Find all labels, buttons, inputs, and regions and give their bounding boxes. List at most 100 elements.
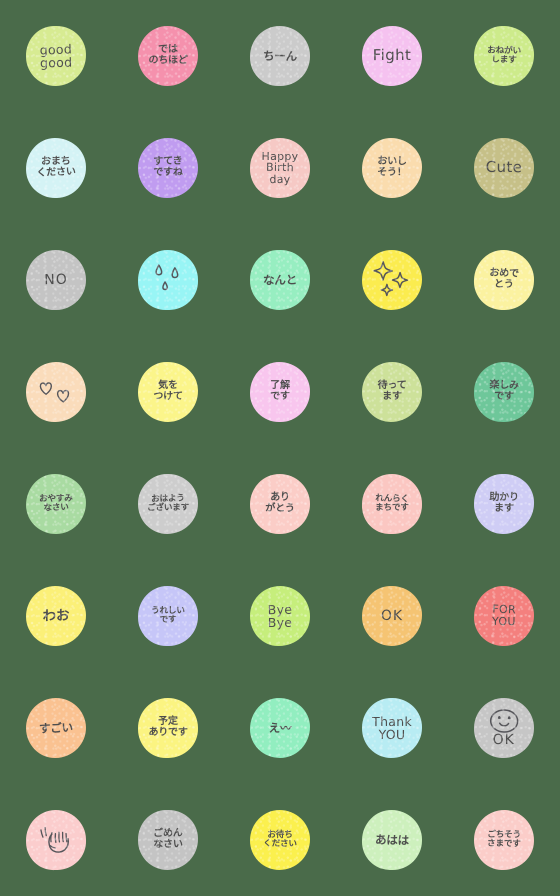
emoji-cell: 気を つけて: [112, 336, 224, 448]
emoji-text-line: なさい: [153, 838, 183, 851]
emoji-omachi-kudasai[interactable]: おまち ください: [25, 137, 87, 199]
emoji-tasukarimasu[interactable]: 助かり ます: [473, 473, 535, 535]
sweat-drops-icon: [146, 260, 190, 301]
emoji-gomennasai[interactable]: ごめん なさい: [137, 809, 199, 871]
emoji-cell: では のちほど: [112, 0, 224, 112]
emoji-arigatou[interactable]: あり がとう: [250, 474, 310, 534]
emoji-cell: [112, 224, 224, 336]
emoji-cell: [0, 784, 112, 896]
emoji-nanto[interactable]: なんと: [250, 250, 310, 310]
emoji-text-line: OK: [492, 732, 515, 749]
emoji-cell: わお: [0, 560, 112, 672]
emoji-cell: Happy Birth day: [224, 112, 336, 224]
emoji-gochisousama[interactable]: ごちそう さまです: [473, 809, 535, 871]
emoji-text-line: がとう: [265, 502, 295, 515]
emoji-text-line: ます: [493, 502, 514, 515]
emoji-artwork: [39, 382, 70, 403]
emoji-text-line: です: [493, 390, 514, 403]
emoji-cell: Cute: [448, 112, 560, 224]
emoji-thank-you[interactable]: Thank YOU: [361, 697, 423, 759]
emoji-good-good[interactable]: good good: [25, 25, 87, 87]
emoji-cell: おねがい します: [448, 0, 560, 112]
emoji-sticker-grid: good good では のちほど ちーん Fight おねがい しますおまち ください すてきで…: [0, 0, 560, 896]
emoji-mattemasu[interactable]: 待って ます: [361, 361, 423, 423]
emoji-text-line: day: [269, 172, 291, 186]
emoji-ahaha[interactable]: あはは: [361, 809, 423, 871]
emoji-happy-birthday[interactable]: Happy Birth day: [250, 138, 310, 198]
emoji-text-line: Cute: [485, 157, 523, 177]
emoji-ki-wo-tsukete[interactable]: 気を つけて: [137, 361, 199, 423]
emoji-cell: え〰: [224, 672, 336, 784]
emoji-oyasuminasai[interactable]: おやすみ なさい: [25, 473, 87, 535]
emoji-text-line: ください: [36, 166, 76, 179]
emoji-yotei-aridesu[interactable]: 予定 ありです: [137, 697, 199, 759]
emoji-text-line: とう: [494, 278, 514, 291]
emoji-text-line: あはは: [374, 832, 410, 848]
emoji-cell: 了解 です: [224, 336, 336, 448]
emoji-text-line: good: [39, 54, 73, 71]
emoji-text-line: YOU: [378, 726, 406, 743]
emoji-cell: 待って ます: [336, 336, 448, 448]
emoji-cell: おめで とう: [448, 224, 560, 336]
emoji-text-line: Fight: [372, 45, 412, 65]
emoji-cell: おやすみ なさい: [0, 448, 112, 560]
emoji-cell: 助かり ます: [448, 448, 560, 560]
emoji-tanoshimi-desu[interactable]: 楽しみ です: [473, 361, 535, 423]
emoji-ee-tilde[interactable]: え〰: [250, 698, 310, 758]
emoji-oishisou[interactable]: おいし そう！: [361, 137, 423, 199]
emoji-text-line: です: [159, 614, 177, 626]
sparkles-icon: [370, 259, 415, 302]
emoji-artwork: [40, 827, 70, 853]
smiley-ok-icon: [482, 708, 527, 735]
emoji-text-line: まちです: [375, 502, 409, 514]
emoji-text-line: ですね: [153, 166, 183, 179]
emoji-sugoi[interactable]: すごい: [25, 697, 87, 759]
emoji-cell: お待ち ください: [224, 784, 336, 896]
emoji-for-you[interactable]: FOR YOU: [473, 585, 535, 647]
emoji-clapping-hands[interactable]: [25, 809, 87, 871]
emoji-omachi-kudasai-2[interactable]: お待ち ください: [250, 810, 310, 870]
emoji-cell: FOR YOU: [448, 560, 560, 672]
emoji-ohayou-gozaimasu[interactable]: おはよう ございます: [137, 473, 199, 535]
emoji-waa[interactable]: わお: [25, 585, 87, 647]
emoji-renraku-machi[interactable]: れんらく まちです: [361, 473, 423, 535]
emoji-ureshii-desu[interactable]: うれしい です: [137, 585, 199, 647]
emoji-text-line: なんと: [262, 272, 298, 288]
emoji-smiley-ok[interactable]: OK: [473, 697, 535, 759]
emoji-artwork: [155, 264, 179, 291]
emoji-onegaishimasu[interactable]: おねがい します: [473, 25, 535, 87]
emoji-sparkles[interactable]: [361, 249, 423, 311]
emoji-ok-orange[interactable]: OK: [361, 585, 423, 647]
emoji-dewa-nochihodo[interactable]: では のちほど: [137, 25, 199, 87]
emoji-no[interactable]: NO: [25, 249, 87, 311]
emoji-sweat-drops[interactable]: [137, 249, 199, 311]
emoji-cell: ごちそう さまです: [448, 784, 560, 896]
hearts-icon: [34, 374, 79, 409]
emoji-cute[interactable]: Cute: [473, 137, 535, 199]
emoji-cell: おいし そう！: [336, 112, 448, 224]
emoji-suteki-desune[interactable]: すてき ですね: [137, 137, 199, 199]
emoji-cell: Fight: [336, 0, 448, 112]
emoji-text-line: え〰: [268, 720, 292, 736]
emoji-cell: Bye Bye: [224, 560, 336, 672]
emoji-text-line: さまです: [486, 838, 521, 850]
clapping-hands-icon: [36, 822, 77, 859]
emoji-text-line: OK: [380, 607, 404, 624]
emoji-fight[interactable]: Fight: [361, 25, 423, 87]
emoji-cell: 予定 ありです: [112, 672, 224, 784]
emoji-text-line: のちほど: [148, 54, 188, 67]
emoji-cell: おはよう ございます: [112, 448, 224, 560]
emoji-text-line: ありです: [148, 726, 188, 739]
emoji-text-line: ございます: [146, 502, 190, 514]
emoji-artwork: [489, 709, 519, 733]
emoji-text-line: ます: [382, 390, 402, 403]
emoji-text-line: なさい: [43, 502, 69, 514]
emoji-omedetou[interactable]: おめで とう: [473, 249, 535, 311]
emoji-cell: れんらく まちです: [336, 448, 448, 560]
emoji-cell: ちーん: [224, 0, 336, 112]
emoji-bye-bye[interactable]: Bye Bye: [250, 586, 310, 646]
emoji-hearts[interactable]: [25, 361, 87, 423]
emoji-chiin[interactable]: ちーん: [250, 26, 310, 86]
emoji-cell: OK: [448, 672, 560, 784]
emoji-ryoukai-desu[interactable]: 了解 です: [250, 362, 310, 422]
